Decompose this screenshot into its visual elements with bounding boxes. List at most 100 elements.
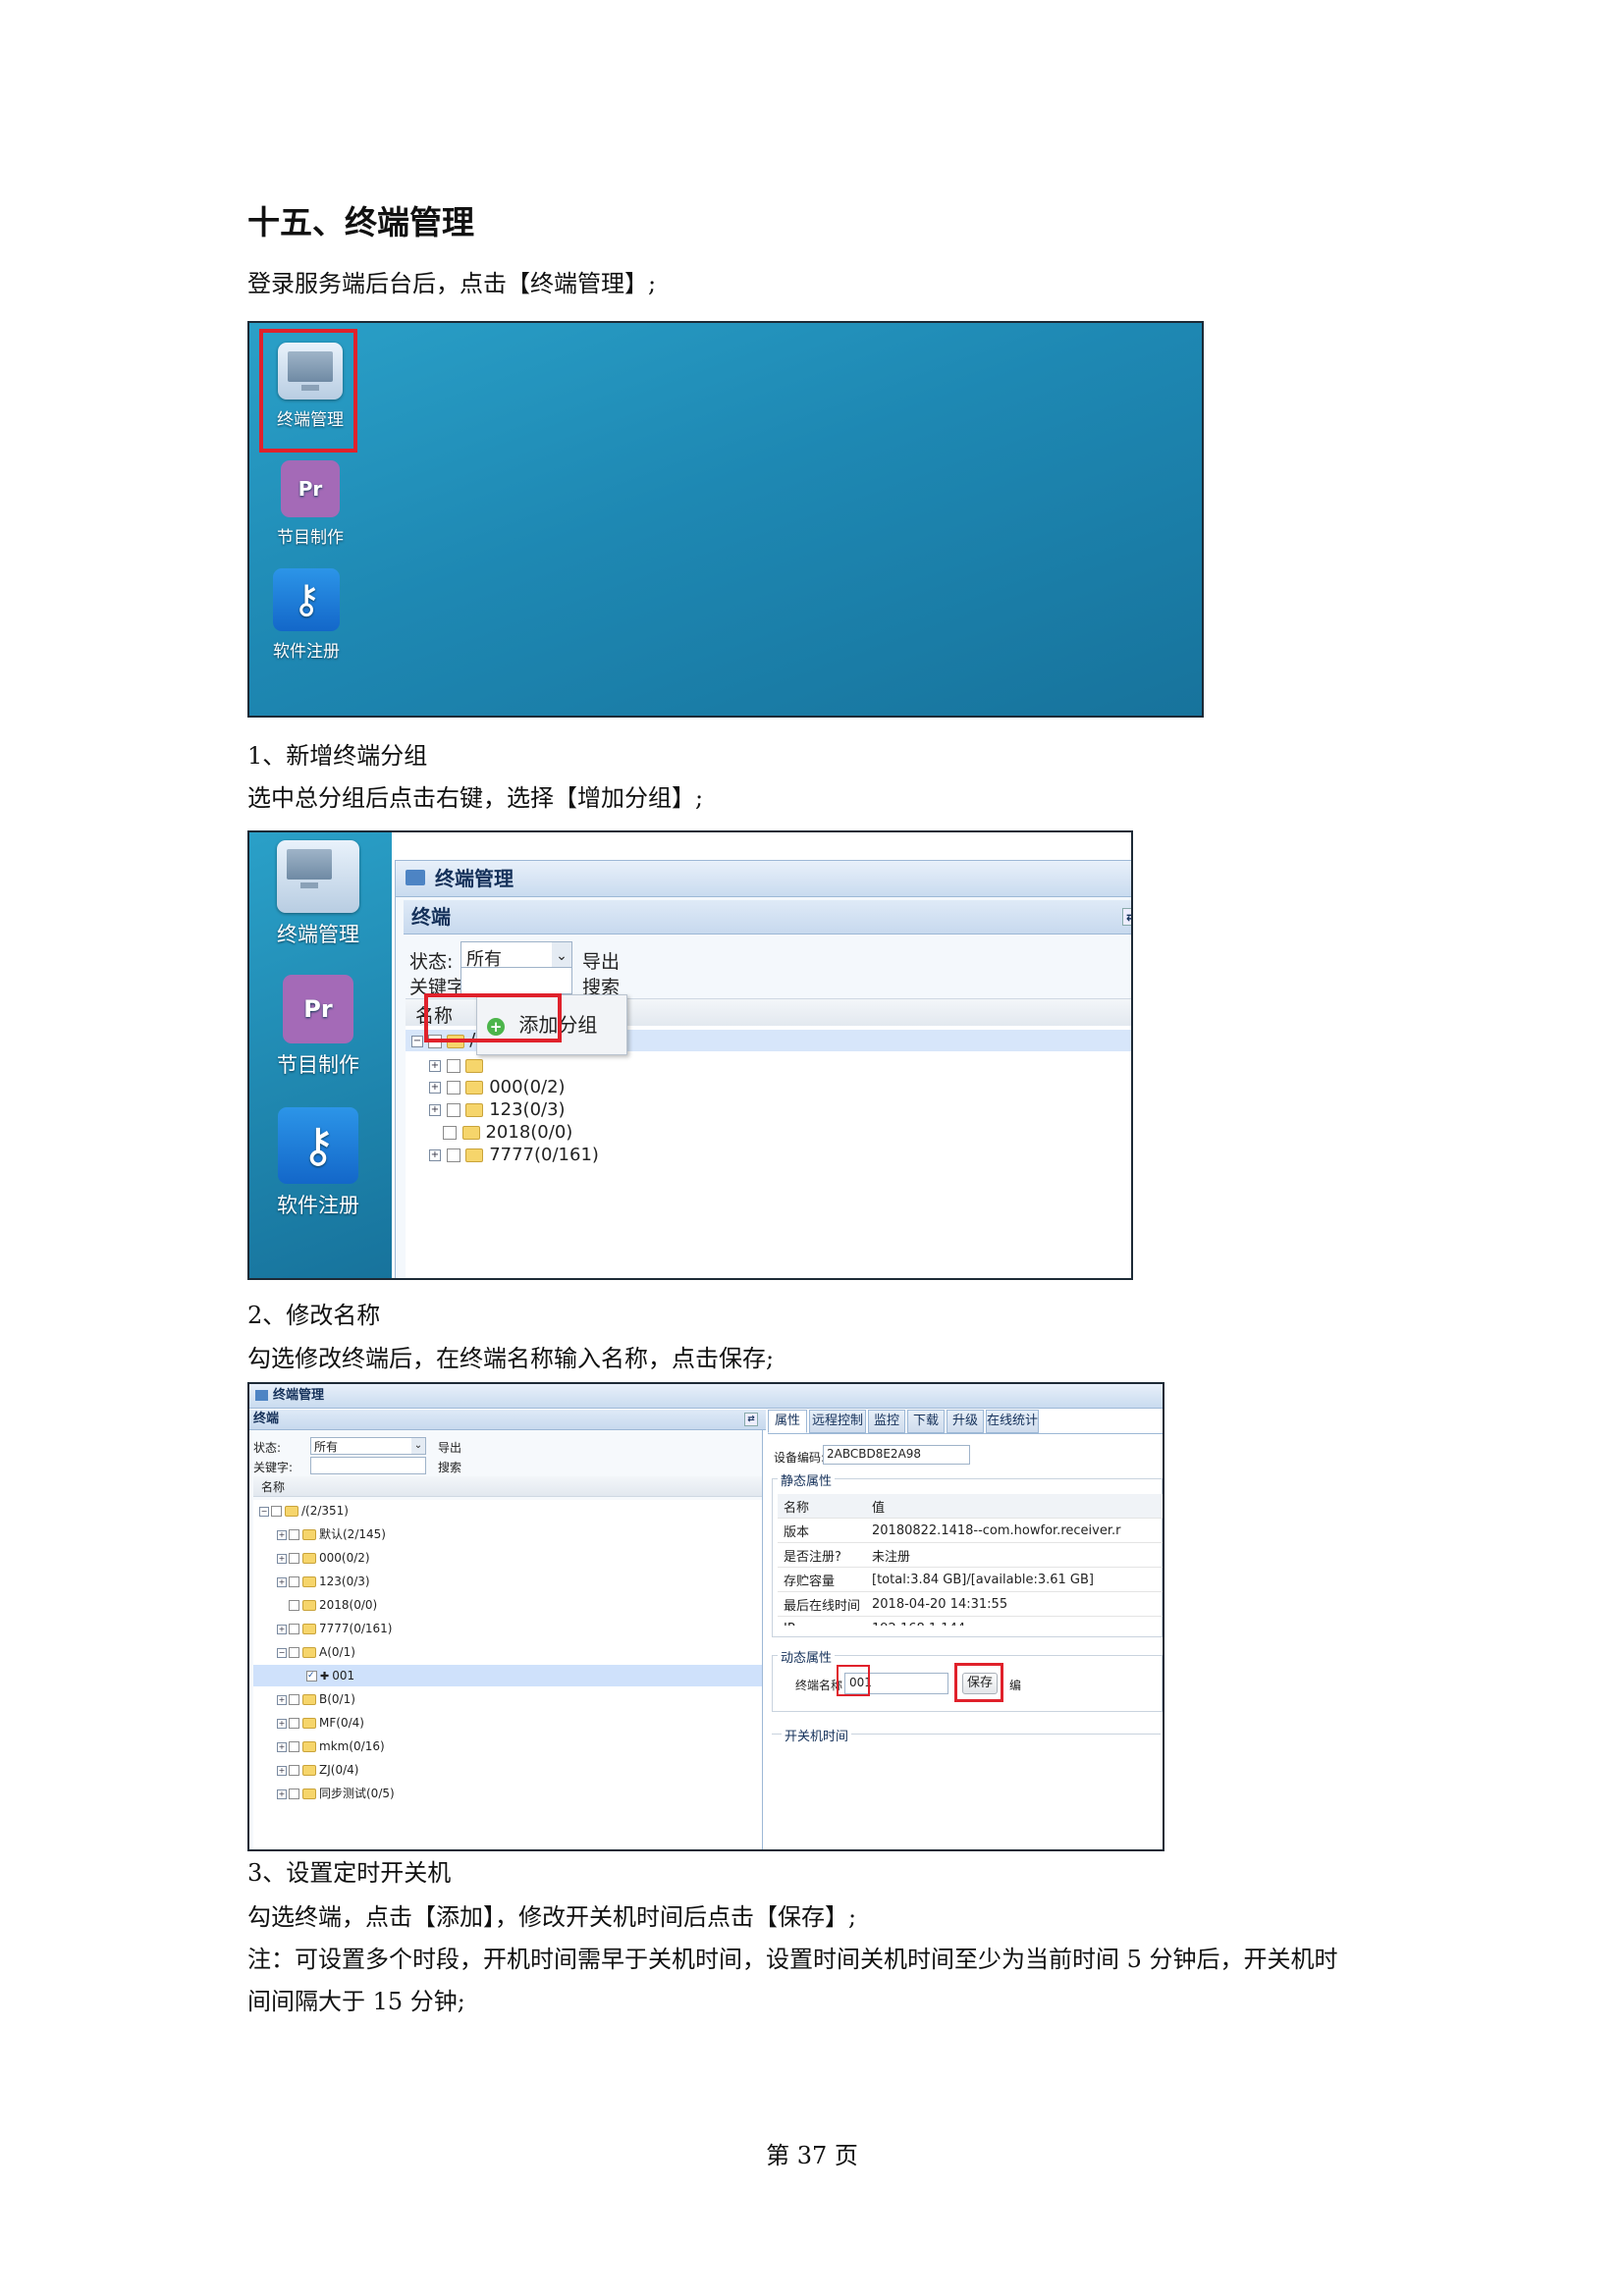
- tree-row[interactable]: +: [429, 1055, 484, 1076]
- tree-label: 123(0/3): [489, 1099, 566, 1120]
- tree-row[interactable]: + ZJ(0/4): [253, 1759, 762, 1781]
- chevron-down-icon[interactable]: ⌄: [411, 1438, 425, 1454]
- tree-row[interactable]: + 7777(0/161): [429, 1145, 599, 1165]
- tab-4[interactable]: 升级: [947, 1410, 984, 1433]
- tree-label: A(0/1): [319, 1645, 355, 1659]
- expand-icon[interactable]: +: [277, 1741, 287, 1752]
- expand-icon[interactable]: +: [277, 1789, 287, 1799]
- tree-panel: − /(2/351) + 默认(2/145) +000(0/2) +123(0/3) 201…: [253, 1500, 762, 1849]
- tree-row[interactable]: + mkm(0/16): [253, 1735, 762, 1757]
- checkbox[interactable]: [289, 1600, 299, 1611]
- tree-label: 2018(0/0): [319, 1598, 378, 1612]
- tree-row[interactable]: +123(0/3): [253, 1571, 762, 1592]
- tree-row[interactable]: − A(0/1): [253, 1641, 762, 1663]
- expand-icon[interactable]: +: [429, 1104, 441, 1116]
- tree-row[interactable]: + 000(0/2): [429, 1077, 566, 1097]
- props-row: 是否注册? 未注册: [778, 1542, 1163, 1568]
- checkbox[interactable]: [446, 1148, 460, 1162]
- static-props-label: 静态属性: [778, 1470, 836, 1489]
- checkbox[interactable]: [289, 1789, 299, 1799]
- tree-row[interactable]: +000(0/2): [253, 1547, 762, 1569]
- pr-icon: Pr: [283, 975, 353, 1043]
- tree-row[interactable]: + 123(0/3): [429, 1099, 566, 1120]
- expand-icon[interactable]: +: [277, 1718, 287, 1729]
- search-link[interactable]: 搜索: [438, 1459, 461, 1475]
- expand-icon[interactable]: +: [277, 1553, 287, 1564]
- desktop-icon-register[interactable]: ⚷ 软件注册: [259, 1107, 377, 1219]
- pr-icon: Pr: [281, 460, 340, 517]
- keyword-label: 关键字:: [253, 1461, 294, 1474]
- desktop-icon-program[interactable]: Pr 节目制作: [259, 975, 377, 1079]
- terminal-window: 终端管理 终端 ⇄ 状态: 所有 ⌄ 导出 关键字: 搜索 名称 − / +: [395, 860, 1131, 1278]
- checkbox[interactable]: [443, 1126, 457, 1140]
- expand-icon[interactable]: +: [429, 1082, 441, 1094]
- expand-icon[interactable]: +: [277, 1529, 287, 1540]
- desktop-icon-program[interactable]: Pr 节目制作: [271, 460, 350, 548]
- tree-row[interactable]: +7777(0/161): [253, 1618, 762, 1639]
- keyword-input[interactable]: [310, 1457, 426, 1474]
- checkbox[interactable]: [446, 1103, 460, 1117]
- checkbox[interactable]: [289, 1576, 299, 1587]
- checkbox[interactable]: ✓: [306, 1671, 317, 1682]
- export-link[interactable]: 导出: [582, 947, 620, 974]
- tab-0[interactable]: 属性: [768, 1410, 807, 1433]
- prop-value: 20180822.1418--com.howfor.receiver.r: [866, 1518, 1163, 1543]
- checkbox[interactable]: [289, 1624, 299, 1634]
- checkbox[interactable]: [289, 1741, 299, 1752]
- tree-row[interactable]: + B(0/1): [253, 1688, 762, 1710]
- keyword-input[interactable]: [460, 967, 572, 994]
- collapse-icon[interactable]: −: [411, 1035, 423, 1047]
- checkbox[interactable]: [289, 1718, 299, 1729]
- tree-row[interactable]: − /(2/351): [253, 1500, 762, 1522]
- expand-icon[interactable]: +: [277, 1694, 287, 1705]
- prop-name: IP: [778, 1616, 867, 1626]
- expand-icon[interactable]: +: [277, 1765, 287, 1776]
- desktop-icon-terminal[interactable]: 终端管理: [259, 840, 377, 948]
- tree-row[interactable]: 2018(0/0): [443, 1122, 572, 1143]
- tree-label: B(0/1): [319, 1692, 355, 1706]
- status-select[interactable]: 所有 ⌄: [310, 1437, 426, 1455]
- checkbox[interactable]: [289, 1765, 299, 1776]
- folder-icon: [465, 1059, 484, 1073]
- tree-label: ZJ(0/4): [319, 1763, 359, 1777]
- checkbox[interactable]: [289, 1694, 299, 1705]
- expand-icon[interactable]: +: [429, 1149, 441, 1161]
- tree-label: /(2/351): [301, 1504, 349, 1518]
- device-code-field[interactable]: 2ABCBD8E2A98: [823, 1445, 970, 1465]
- refresh-icon[interactable]: ⇄: [744, 1413, 758, 1426]
- folder-icon: [302, 1600, 316, 1611]
- export-link[interactable]: 导出: [438, 1439, 461, 1456]
- checkbox[interactable]: [289, 1647, 299, 1658]
- collapse-icon[interactable]: −: [277, 1647, 287, 1658]
- chevron-down-icon[interactable]: ⌄: [552, 942, 571, 970]
- tree-row[interactable]: + 默认(2/145): [253, 1523, 762, 1545]
- checkbox[interactable]: [446, 1059, 460, 1073]
- tab-3[interactable]: 下载: [907, 1410, 945, 1433]
- tree-label: 默认(2/145): [319, 1527, 386, 1541]
- expand-icon[interactable]: +: [277, 1576, 287, 1587]
- tree-row[interactable]: 2018(0/0): [253, 1594, 762, 1616]
- tree-row[interactable]: + 同步测试(0/5): [253, 1783, 762, 1804]
- checkbox[interactable]: [271, 1506, 282, 1517]
- tab-1[interactable]: 远程控制: [809, 1410, 866, 1433]
- tab-2[interactable]: 监控: [868, 1410, 905, 1433]
- expand-icon[interactable]: +: [429, 1060, 441, 1072]
- expand-icon[interactable]: +: [277, 1624, 287, 1634]
- tab-5[interactable]: 在线统计: [986, 1410, 1039, 1433]
- tree-row[interactable]: ✓ ✚ 001: [253, 1665, 762, 1686]
- tree-row[interactable]: + MF(0/4): [253, 1712, 762, 1734]
- checkbox[interactable]: [289, 1553, 299, 1564]
- edit-label-partial: 编: [1009, 1679, 1022, 1692]
- checkbox[interactable]: [446, 1081, 460, 1095]
- collapse-icon[interactable]: −: [259, 1506, 269, 1517]
- page-number: 第 37 页: [766, 2142, 858, 2169]
- folder-icon: [302, 1694, 316, 1705]
- status-label: 状态:: [409, 951, 454, 973]
- checkbox[interactable]: [289, 1529, 299, 1540]
- step3-desc: 勾选终端，点击【添加】，修改开关机时间后点击【保存】;: [247, 1903, 857, 1931]
- desktop-icon-register[interactable]: ⚷ 软件注册: [267, 568, 346, 662]
- refresh-icon[interactable]: ⇄: [1122, 908, 1131, 926]
- folder-icon: [302, 1553, 316, 1564]
- dynamic-props-label: 动态属性: [778, 1647, 836, 1666]
- window-title-bar: 终端管理: [396, 861, 1131, 897]
